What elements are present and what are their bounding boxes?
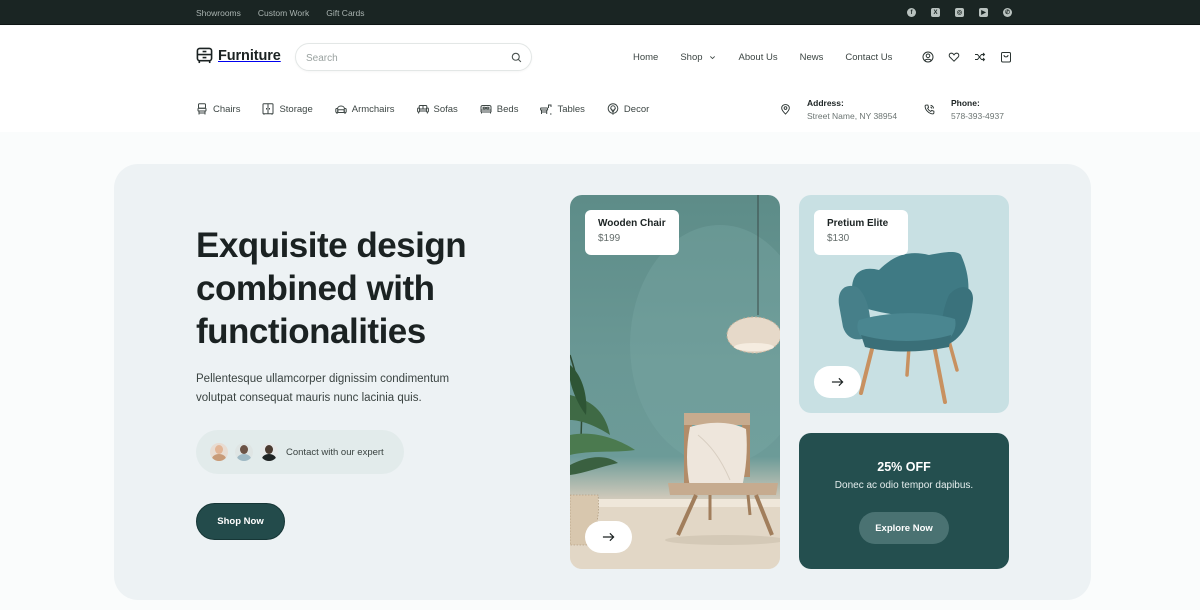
phone-icon <box>924 104 935 115</box>
top-links: Showrooms Custom Work Gift Cards <box>196 0 364 25</box>
arrow-right-icon <box>831 377 844 387</box>
search-bar <box>295 43 532 71</box>
facebook-icon[interactable]: f <box>907 8 916 17</box>
instagram-icon[interactable]: ◎ <box>955 8 964 17</box>
whatsapp-icon[interactable]: ✆ <box>1003 8 1012 17</box>
bed-icon <box>480 105 492 114</box>
product-price: $130 <box>827 233 850 244</box>
phone-info: Phone: 578-393-4937 <box>924 98 1004 121</box>
header-actions <box>922 50 1012 63</box>
nav-about-us[interactable]: About Us <box>739 52 778 63</box>
category-label: Beds <box>496 103 519 115</box>
main-nav: Home Shop About Us News Contact Us <box>633 51 892 63</box>
wardrobe-icon <box>262 103 274 115</box>
address-info: Address: Street Name, NY 38954 <box>780 98 897 121</box>
hero-description: Pellentesque ullamcorper dignissim condi… <box>196 373 450 404</box>
category-chairs[interactable]: Chairs <box>196 103 240 115</box>
category-storage[interactable]: Storage <box>262 103 313 115</box>
search-input[interactable] <box>306 50 496 66</box>
promo-subtitle: Donec ac odio tempor dapibus. <box>834 480 974 491</box>
category-sofas[interactable]: Sofas <box>416 103 458 115</box>
user-icon[interactable] <box>922 50 934 63</box>
heart-icon[interactable] <box>948 50 960 62</box>
gift-cards-link[interactable]: Gift Cards <box>326 8 364 18</box>
product-name: Pretium Elite <box>827 218 889 229</box>
expert-avatars <box>210 443 278 461</box>
product-tag: Wooden Chair $199 <box>585 210 679 255</box>
cart-icon[interactable] <box>1000 50 1012 63</box>
decor-icon <box>607 103 619 115</box>
hero-section: Exquisite design combined with functiona… <box>114 164 1091 600</box>
promo-title: 25% OFF <box>877 460 931 474</box>
avatar <box>260 443 278 461</box>
showrooms-link[interactable]: Showrooms <box>196 8 241 18</box>
table-lamp-icon <box>540 104 552 115</box>
category-label: Chairs <box>213 103 241 115</box>
view-product-button[interactable] <box>585 521 632 553</box>
category-label: Storage <box>279 103 313 115</box>
product-card-wooden-chair[interactable]: Wooden Chair $199 <box>570 195 780 569</box>
product-tag: Pretium Elite $130 <box>814 210 908 255</box>
category-label: Decor <box>623 103 650 115</box>
category-beds[interactable]: Beds <box>480 103 519 115</box>
category-label: Armchairs <box>351 103 395 115</box>
top-bar: Showrooms Custom Work Gift Cards f X ◎ ▶… <box>0 0 1200 25</box>
chevron-down-icon <box>709 55 715 59</box>
nav-shop-label: Shop <box>680 51 703 63</box>
drawer-cabinet-icon <box>196 47 213 64</box>
hero-title: Exquisite design combined with functiona… <box>196 226 467 351</box>
arrow-right-icon <box>602 532 615 542</box>
category-label: Sofas <box>433 103 458 115</box>
nav-shop[interactable]: Shop <box>680 52 715 63</box>
address-value: Street Name, NY 38954 <box>807 111 898 121</box>
social-links: f X ◎ ▶ ✆ <box>907 0 1012 25</box>
avatar <box>210 443 228 461</box>
sofa-icon <box>416 105 429 114</box>
product-card-pretium-elite[interactable]: Pretium Elite $130 <box>799 195 1009 413</box>
logo-text: Furniture <box>218 47 281 64</box>
nav-home[interactable]: Home <box>633 52 658 63</box>
nav-news[interactable]: News <box>800 52 824 63</box>
category-tables[interactable]: Tables <box>540 103 585 115</box>
x-twitter-icon[interactable]: X <box>931 8 940 17</box>
logo[interactable]: Furniture <box>196 47 281 64</box>
address-label: Address: <box>807 98 844 108</box>
nav-contact-us[interactable]: Contact Us <box>845 52 892 63</box>
location-pin-icon <box>781 104 790 115</box>
shuffle-icon[interactable] <box>974 50 986 62</box>
contact-expert-pill[interactable]: Contact with our expert <box>196 430 404 474</box>
category-label: Tables <box>557 103 585 115</box>
category-decor[interactable]: Decor <box>607 103 649 115</box>
avatar <box>235 443 253 461</box>
explore-now-button[interactable]: Explore Now <box>859 512 949 544</box>
contact-expert-label: Contact with our expert <box>286 446 384 458</box>
youtube-icon[interactable]: ▶ <box>979 8 988 17</box>
view-product-button[interactable] <box>814 366 861 398</box>
site-header: Furniture Home Shop About Us News Contac… <box>0 26 1200 132</box>
phone-label: Phone: <box>951 98 980 108</box>
product-price: $199 <box>598 233 621 244</box>
promo-card: 25% OFF Donec ac odio tempor dapibus. Ex… <box>799 433 1009 569</box>
product-name: Wooden Chair <box>598 218 666 229</box>
category-nav: Chairs Storage Armchairs Sofas Beds Tabl… <box>196 103 649 115</box>
custom-work-link[interactable]: Custom Work <box>258 8 309 18</box>
phone-value[interactable]: 578-393-4937 <box>951 111 1004 121</box>
category-armchairs[interactable]: Armchairs <box>335 103 395 115</box>
shop-now-button[interactable]: Shop Now <box>196 503 285 540</box>
chair-icon <box>197 103 207 115</box>
search-icon[interactable] <box>511 52 522 63</box>
armchair-icon <box>335 105 347 114</box>
